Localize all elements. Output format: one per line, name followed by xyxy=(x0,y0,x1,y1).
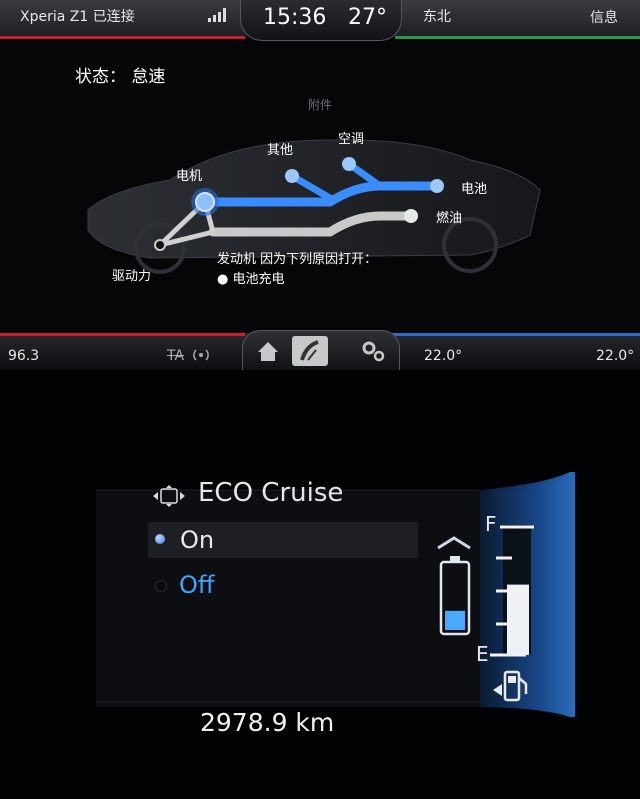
engine-reason-item: ● 电池充电 xyxy=(217,272,285,287)
driver-temperature[interactable]: 22.0° xyxy=(424,348,462,364)
info-button[interactable]: 信息 xyxy=(590,7,618,27)
radio-icon xyxy=(193,349,209,361)
drive-node xyxy=(154,239,166,251)
settings-button[interactable] xyxy=(356,336,392,366)
flow-label-battery: 电池 xyxy=(461,182,488,197)
driver-temp-accent xyxy=(0,333,245,336)
battery-icon xyxy=(439,556,471,636)
flow-label-other: 其他 xyxy=(267,143,294,158)
signal-icon xyxy=(208,8,226,22)
engine-reason-title: 发动机 因为下列原因打开： xyxy=(217,252,378,267)
phone-status[interactable]: Xperia Z1 已连接 xyxy=(20,6,135,26)
passenger-temp-accent xyxy=(392,333,640,336)
home-icon xyxy=(258,342,278,361)
settings-icon xyxy=(362,341,385,362)
flow-label-motor: 电机 xyxy=(176,169,203,184)
traffic-announcement-toggle[interactable]: TA xyxy=(167,348,184,364)
chevron-up-icon xyxy=(437,536,471,550)
flow-label-drive: 驱动力 xyxy=(112,269,152,284)
status-accent-green xyxy=(395,36,640,39)
sync-screen: Xperia Z1 已连接 15:36 27° 东北 信息 状态： 怠速 附件 xyxy=(0,0,640,370)
fuel-empty-label: E xyxy=(476,642,489,666)
motor-node xyxy=(195,192,215,212)
radio-frequency[interactable]: 96.3 xyxy=(8,348,39,364)
flow-label-fuel: 燃油 xyxy=(436,211,463,226)
home-button[interactable] xyxy=(250,336,286,366)
ac-node xyxy=(342,157,356,171)
fuel-full-label: F xyxy=(485,512,497,536)
instrument-cluster: ECO Cruise On Off F E 2978.9 km xyxy=(0,372,640,799)
other-node xyxy=(285,169,299,183)
energy-flow-diagram xyxy=(87,139,541,274)
outside-temperature: 27° xyxy=(348,5,387,30)
fuel-node xyxy=(404,209,418,223)
car-button[interactable] xyxy=(292,336,328,366)
battery-node xyxy=(430,179,444,193)
fuel-pump-icon xyxy=(493,670,528,702)
odometer: 2978.9 km xyxy=(200,708,335,737)
passenger-temperature[interactable]: 22.0° xyxy=(596,348,634,364)
flow-label-ac: 空调 xyxy=(338,132,365,147)
clock: 15:36 xyxy=(263,5,327,30)
status-accent-red xyxy=(0,36,245,39)
car-icon xyxy=(300,340,319,361)
compass-direction: 东北 xyxy=(423,9,451,25)
